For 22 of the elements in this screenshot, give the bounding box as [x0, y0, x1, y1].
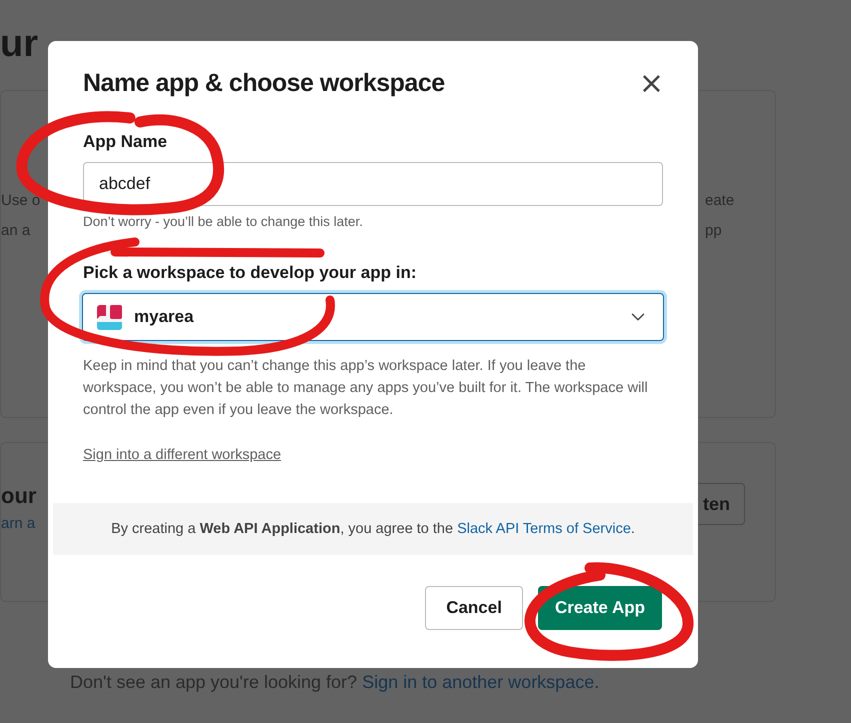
notice-text: By creating a Web API Application, you agree to the Slack API Terms of Service.	[111, 521, 635, 537]
field-label: Pick a workspace to develop your app in:	[83, 263, 418, 283]
sign-in-link[interactable]: Sign into a different workspace	[83, 447, 282, 463]
help-text: Keep in mind that you can’t change this app’s workspace later. If you leave the workspace, you won’t be able to manage any apps you’ve built for it. The workspace will control the app even if you leave the workspace.	[83, 357, 649, 420]
footer-text: Don't see an app you're looking for? Sign in to another workspace.	[70, 672, 600, 693]
card-text: eate	[705, 191, 736, 211]
app-name-field[interactable]: abcdef	[83, 162, 663, 206]
card-text: an a	[1, 221, 32, 241]
card-title: our	[1, 483, 36, 509]
card-text: Use o	[1, 191, 40, 211]
page-heading: ur	[0, 22, 38, 66]
workspace-icon	[97, 304, 122, 330]
create-button[interactable]: Create App	[538, 586, 662, 630]
workspace-name: myarea	[134, 307, 195, 327]
close-button[interactable]: ×	[638, 70, 664, 96]
terms-link[interactable]: Slack API Terms of Service	[457, 521, 631, 537]
field-hint: Don’t worry - you’ll be able to change this later.	[83, 214, 364, 229]
workspace-select[interactable]: myarea	[82, 293, 664, 341]
card-text: pp	[705, 221, 723, 241]
dialog-title: Name app & choose workspace	[83, 69, 445, 98]
cancel-button[interactable]: Cancel	[425, 586, 523, 630]
field-label: App Name	[83, 132, 168, 152]
